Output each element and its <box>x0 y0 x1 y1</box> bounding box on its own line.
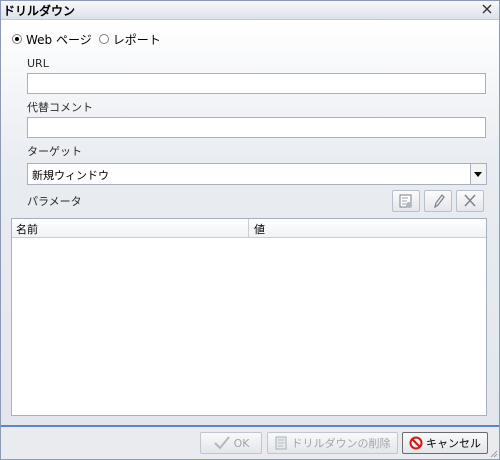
delete-drilldown-label: ドリルダウンの削除 <box>291 437 391 450</box>
link-type-group: Web ページ レポート <box>12 31 168 47</box>
alt-comment-input[interactable] <box>27 117 486 138</box>
ok-label: OK <box>233 436 250 450</box>
parameters-label: パラメータ <box>27 195 82 208</box>
dialog-title: ドリルダウン <box>3 4 76 18</box>
url-label: URL <box>27 57 49 70</box>
target-select-value: 新規ウィンドウ <box>32 169 109 182</box>
add-parameter-button[interactable] <box>392 190 420 212</box>
chevron-down-icon[interactable] <box>470 164 486 184</box>
delete-drilldown-button[interactable]: ドリルダウンの削除 <box>267 432 398 454</box>
drilldown-dialog: ドリルダウン Web ページ レポート URL 代替コメント ターゲット 新規ウ… <box>0 0 500 460</box>
close-icon[interactable] <box>481 3 493 15</box>
delete-parameter-button[interactable] <box>456 190 484 212</box>
check-icon <box>213 436 230 450</box>
pencil-icon <box>434 194 445 209</box>
document-delete-icon <box>275 436 286 450</box>
title-bar: ドリルダウン <box>1 1 499 20</box>
radio-report[interactable] <box>98 34 109 44</box>
parameters-table[interactable]: 名前 値 <box>11 218 487 416</box>
resize-grip-icon[interactable] <box>490 450 498 458</box>
column-header-name[interactable]: 名前 <box>16 221 38 237</box>
column-header-value[interactable]: 値 <box>254 221 265 237</box>
cancel-label: キャンセル <box>426 437 481 450</box>
cancel-button[interactable]: キャンセル <box>402 432 488 454</box>
column-separator[interactable] <box>248 219 249 237</box>
cancel-icon <box>409 436 423 450</box>
add-parameter-icon <box>399 194 412 208</box>
radio-web-page-label[interactable]: Web ページ <box>26 31 92 48</box>
dialog-footer: OK ドリルダウンの削除 キャンセル <box>1 427 499 459</box>
target-select[interactable]: 新規ウィンドウ <box>27 163 487 185</box>
radio-report-label[interactable]: レポート <box>113 31 161 48</box>
table-header: 名前 値 <box>12 219 486 238</box>
target-label: ターゲット <box>27 145 82 158</box>
dialog-body: Web ページ レポート URL 代替コメント ターゲット 新規ウィンドウ パラ… <box>1 20 499 425</box>
alt-comment-label: 代替コメント <box>27 101 93 114</box>
url-input[interactable] <box>27 73 486 94</box>
edit-parameter-button[interactable] <box>424 190 452 212</box>
radio-web-page[interactable] <box>12 34 22 44</box>
delete-x-icon <box>464 194 476 207</box>
ok-button[interactable]: OK <box>200 432 262 454</box>
